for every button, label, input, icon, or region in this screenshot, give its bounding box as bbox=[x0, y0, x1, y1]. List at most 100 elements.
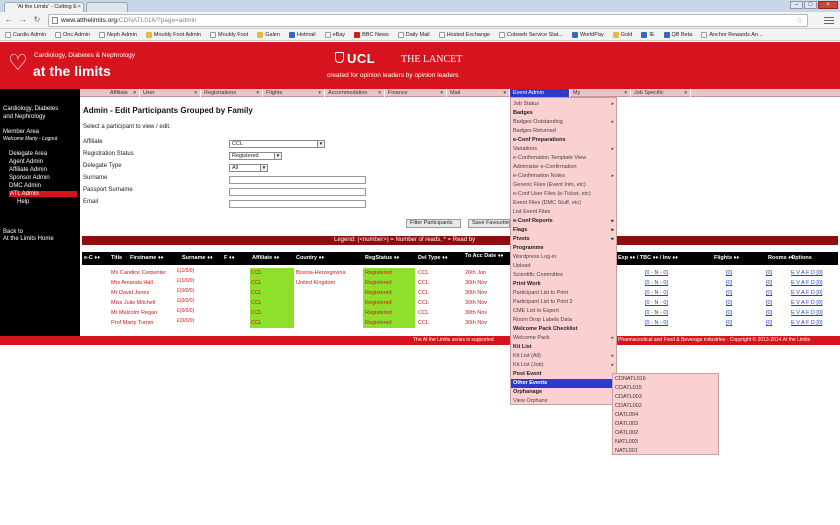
bookmark-item[interactable]: QB Beta bbox=[663, 31, 692, 38]
sidebar-item-sponsor-admin[interactable]: Sponsor Admin bbox=[9, 175, 50, 181]
column-header[interactable]: Flights ♦♦ bbox=[714, 252, 739, 265]
submenu-item-cdnatl016[interactable]: CDNATL016 bbox=[615, 375, 646, 384]
participant-name-link[interactable]: Mr Malcolm Regan bbox=[111, 308, 177, 318]
nav-accommodation[interactable]: Accommodation ▼ bbox=[325, 89, 385, 97]
bookmark-item[interactable]: Cardio Admin bbox=[5, 31, 46, 38]
bookmark-item[interactable]: Hosted Exchange bbox=[438, 31, 490, 38]
participant-name-link[interactable]: Mr David Jones bbox=[111, 288, 177, 298]
menu-item-list-event-files[interactable]: List Event Files bbox=[513, 208, 616, 217]
options-links[interactable]: E V A F D [0] bbox=[791, 298, 837, 308]
rooms-link[interactable]: [0] bbox=[766, 298, 786, 308]
column-header[interactable]: RegStatus ♦♦ bbox=[365, 252, 399, 265]
save-favourite-button[interactable]: Save Favourite bbox=[468, 219, 510, 228]
bookmark-item[interactable]: Neph Admin bbox=[98, 31, 137, 38]
affiliate-cell[interactable]: CCL bbox=[250, 278, 294, 288]
flights-link[interactable]: [0] bbox=[726, 288, 746, 298]
menu-item-generic-files-event-info-etc-[interactable]: Generic Files (Event Info, etc) bbox=[513, 181, 616, 190]
nav-mail[interactable]: Mail ▼ bbox=[447, 89, 510, 97]
bookmark-item[interactable]: Daily Mail bbox=[397, 31, 430, 38]
column-header[interactable]: Country ♦♦ bbox=[296, 252, 324, 265]
exp-tbc-inv-link[interactable]: [0 - N - 0] bbox=[645, 298, 685, 308]
exp-tbc-inv-link[interactable]: [0 - N - 0] bbox=[645, 268, 685, 278]
participant-name-link[interactable]: Ms Candice Carpenter bbox=[111, 268, 177, 278]
column-header[interactable]: Exp ♦♦ / TBC ♦♦ / Inv ♦♦ bbox=[618, 252, 678, 265]
submenu-item-natl001[interactable]: NATL001 bbox=[615, 447, 638, 456]
menu-item-cme-list-to-export[interactable]: CME List to Export bbox=[513, 307, 616, 316]
participant-name-link[interactable]: Miss Julie Mitchell bbox=[111, 298, 177, 308]
rooms-link[interactable]: [0] bbox=[766, 318, 786, 328]
welcome-logout-link[interactable]: Welcome Marty - Logout bbox=[3, 136, 57, 142]
exp-tbc-inv-link[interactable]: [0 - N - 0] bbox=[645, 288, 685, 298]
bookmark-item[interactable]: Cobweb Service Stat... bbox=[499, 31, 563, 38]
menu-item-view-orphans[interactable]: View Orphans bbox=[513, 397, 616, 406]
passport-input[interactable] bbox=[229, 188, 366, 196]
menu-item-wordpress-log-in[interactable]: Wordpress Log-in bbox=[513, 253, 616, 262]
address-bar[interactable]: www.atthelimits.org/CDNATL016/?page=admi… bbox=[48, 14, 808, 27]
menu-item-participant-list-to-print[interactable]: Participant List to Print bbox=[513, 289, 616, 298]
bookmark-item[interactable]: Mouldy Foot bbox=[209, 31, 248, 38]
participant-name-link[interactable]: Mrs Amanda Hall bbox=[111, 278, 177, 288]
column-header[interactable]: Rooms ♦♦ bbox=[768, 252, 794, 265]
minimize-icon[interactable]: – bbox=[790, 1, 803, 9]
rooms-link[interactable]: [0] bbox=[766, 288, 786, 298]
sidebar-item-agent-admin[interactable]: Agent Admin bbox=[9, 159, 43, 165]
affiliate-select[interactable]: CCL ▼ bbox=[229, 140, 325, 148]
menu-item-other-events[interactable]: Other Events▸ bbox=[511, 379, 618, 388]
flights-link[interactable]: [0] bbox=[726, 298, 746, 308]
flights-link[interactable]: [0] bbox=[726, 278, 746, 288]
bookmark-item[interactable]: Gold bbox=[612, 31, 632, 38]
menu-item-variations[interactable]: Variations ▸ bbox=[513, 145, 616, 154]
menu-item-participant-list-to-print-2[interactable]: Participant List to Print 2 bbox=[513, 298, 616, 307]
bookmark-item[interactable]: Anchor Rewards An... bbox=[701, 31, 763, 38]
sidebar-item-help[interactable]: Help bbox=[17, 199, 29, 205]
rooms-link[interactable]: [0] bbox=[766, 308, 786, 318]
menu-item-badges-outstanding[interactable]: Badges Outstanding ▸ bbox=[513, 118, 616, 127]
column-header[interactable]: Surname ♦♦ bbox=[182, 252, 213, 265]
column-header[interactable]: Firstname ♦♦ bbox=[130, 252, 163, 265]
rooms-link[interactable]: [0] bbox=[766, 278, 786, 288]
forward-icon[interactable]: → bbox=[18, 15, 28, 25]
menu-item-event-files-dmc-stuff-etc-[interactable]: Event Files (DMC Stuff, etc) bbox=[513, 199, 616, 208]
submenu-item-oatl004[interactable]: OATL004 bbox=[615, 411, 638, 420]
filter-button[interactable]: Filter Participants bbox=[406, 219, 461, 228]
menu-item-e-conf-preparations[interactable]: e-Conf Preparations bbox=[513, 136, 616, 145]
bookmark-item[interactable]: IE bbox=[641, 31, 655, 38]
exp-tbc-inv-link[interactable]: [0 - N - 0] bbox=[645, 308, 685, 318]
bookmark-item[interactable]: Onc Admin bbox=[55, 31, 90, 38]
menu-item-welcome-pack[interactable]: Welcome Pack ▸ bbox=[513, 334, 616, 343]
column-header[interactable]: Del Type ♦♦ bbox=[418, 252, 448, 265]
submenu-item-cdatl002[interactable]: CDATL002 bbox=[615, 402, 642, 411]
nav-affiliate[interactable]: Affiliate ▼ bbox=[107, 89, 140, 97]
participant-name-link[interactable]: Prof Marty Turner bbox=[111, 318, 177, 328]
menu-item-post-event[interactable]: Post Event bbox=[513, 370, 616, 379]
close-tab-icon[interactable]: × bbox=[78, 3, 81, 12]
menu-item-e-conf-user-files-e-ticket-etc-[interactable]: e-Conf User Files (e-Ticket, etc) bbox=[513, 190, 616, 199]
menu-item-e-confirmation-template-view[interactable]: e-Confirmation Template View bbox=[513, 154, 616, 163]
back-icon[interactable]: ← bbox=[4, 15, 14, 25]
nav-user[interactable]: User ▼ bbox=[140, 89, 201, 97]
bookmark-item[interactable]: Galen bbox=[257, 31, 280, 38]
sidebar-item-affiliate-admin[interactable]: Affiliate Admin bbox=[9, 167, 47, 173]
bookmark-item[interactable]: WorldPay bbox=[571, 31, 604, 38]
menu-item-job-status[interactable]: Job Status ▸ bbox=[513, 100, 616, 109]
options-links[interactable]: E V A F D [0] bbox=[791, 318, 837, 328]
column-header[interactable]: To Acc Date ♦♦ bbox=[465, 253, 505, 259]
column-header[interactable]: F ♦♦ bbox=[224, 252, 235, 265]
status-select[interactable]: Registered ▼ bbox=[229, 152, 282, 160]
affiliate-cell[interactable]: CCL bbox=[250, 318, 294, 328]
menu-item-room-drop-labels-data[interactable]: Room Drop Labels Data bbox=[513, 316, 616, 325]
browser-tab-new[interactable] bbox=[86, 2, 128, 12]
column-header[interactable]: e-C ♦♦ bbox=[84, 252, 100, 265]
menu-item-pivots[interactable]: Pivots ▸ bbox=[513, 235, 616, 244]
menu-item-badges[interactable]: Badges bbox=[513, 109, 616, 118]
bookmark-star-icon[interactable]: ☆ bbox=[796, 15, 803, 26]
bookmark-item[interactable]: eBay bbox=[324, 31, 345, 38]
menu-item-kit-list-job-[interactable]: Kit List (Job) ▸ bbox=[513, 361, 616, 370]
exp-tbc-inv-link[interactable]: [0 - N - 0] bbox=[645, 318, 685, 328]
type-select[interactable]: All ▼ bbox=[229, 164, 268, 172]
submenu-item-cdatl015[interactable]: CDATL015 bbox=[615, 384, 642, 393]
options-links[interactable]: E V A F D [0] bbox=[791, 288, 837, 298]
site-logo[interactable]: ♡ Cardiology, Diabetes & Nephrology at t… bbox=[8, 49, 148, 85]
chrome-menu-icon[interactable] bbox=[824, 15, 834, 25]
submenu-item-cdatl003[interactable]: CDATL003 bbox=[615, 393, 642, 402]
